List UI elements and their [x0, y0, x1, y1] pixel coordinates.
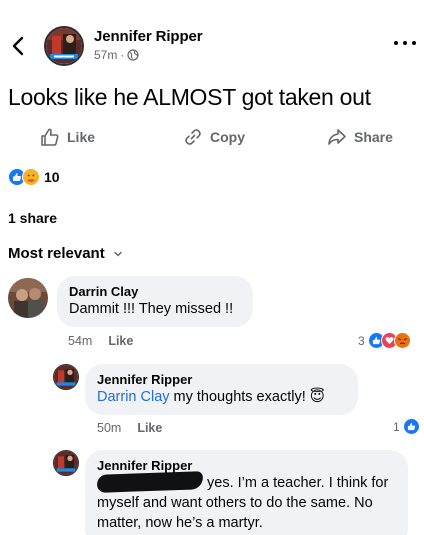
copy-button[interactable]: Copy — [183, 127, 245, 147]
post-meta: 57m · — [94, 48, 139, 62]
share-arrow-icon — [328, 129, 346, 145]
share-count[interactable]: 1 share — [8, 210, 57, 226]
more-horizontal-icon — [394, 41, 398, 45]
meta-separator: · — [120, 48, 125, 62]
copy-label: Copy — [210, 129, 245, 145]
redaction-mark — [96, 471, 204, 493]
sort-label: Most relevant — [8, 245, 105, 262]
commenter-avatar[interactable] — [8, 278, 48, 318]
back-button[interactable] — [8, 34, 28, 58]
share-label: Share — [354, 129, 393, 145]
reply-text: yes. I’m a teacher. I think for myself a… — [96, 471, 396, 533]
halo-emoji: 😇 — [309, 389, 325, 405]
reaction-summary[interactable]: 10 — [8, 168, 60, 186]
like-button[interactable]: Like — [40, 127, 95, 147]
comment-text: Dammit !!! They missed !! — [69, 301, 234, 317]
like-label: Like — [67, 129, 96, 145]
globe-icon — [127, 49, 139, 61]
comment-sort-dropdown[interactable]: Most relevant — [8, 245, 123, 262]
reply-avatar[interactable] — [53, 450, 79, 476]
comment-reaction-count: 3 — [358, 333, 365, 348]
chevron-left-icon — [12, 36, 24, 56]
avatar-image — [54, 451, 78, 475]
avatar-image — [8, 278, 48, 318]
avatar-image — [46, 28, 82, 64]
reaction-count: 10 — [44, 169, 60, 185]
reply-bubble: Jennifer Ripper Darrin Clay my thoughts … — [85, 364, 358, 415]
comment-time[interactable]: 54m — [68, 334, 92, 348]
reply-text: my thoughts exactly! — [173, 389, 306, 405]
reply-avatar[interactable] — [53, 364, 79, 390]
post-time[interactable]: 57m — [94, 48, 117, 62]
care-reaction-icon — [22, 168, 40, 186]
share-button[interactable]: Share — [327, 127, 393, 147]
avatar-image — [54, 365, 78, 389]
reply-author[interactable]: Jennifer Ripper — [97, 372, 346, 387]
link-icon — [185, 129, 201, 145]
thumbs-up-icon — [41, 128, 59, 146]
comment-author[interactable]: Darrin Clay — [69, 284, 241, 299]
more-options-button[interactable] — [394, 36, 416, 50]
author-avatar[interactable] — [44, 26, 84, 66]
reply-like-button[interactable]: Like — [137, 421, 162, 435]
comment-bubble: Darrin Clay Dammit !!! They missed !! — [57, 276, 253, 327]
reply-bubble: Jennifer Ripper yes. I’m a teacher. I th… — [85, 450, 408, 535]
reply-actions: 50m Like — [97, 421, 162, 435]
angry-reaction-icon — [393, 332, 411, 349]
post-text: Looks like he ALMOST got taken out — [8, 84, 371, 110]
like-reaction-icon — [402, 418, 420, 435]
author-name[interactable]: Jennifer Ripper — [94, 28, 203, 45]
chevron-down-icon — [113, 251, 122, 257]
reply-time[interactable]: 50m — [97, 421, 121, 435]
comment-like-button[interactable]: Like — [108, 334, 133, 348]
reply-text-line: Darrin Clay my thoughts exactly! 😇 — [97, 387, 346, 407]
mention-link[interactable]: Darrin Clay — [97, 389, 170, 405]
comment-actions: 54m Like — [68, 334, 133, 348]
reply-author[interactable]: Jennifer Ripper — [97, 458, 396, 473]
reply-reaction-count: 1 — [393, 419, 400, 434]
reply-reactions[interactable]: 1 — [393, 418, 420, 435]
comment-reactions[interactable]: 3 — [358, 332, 411, 349]
